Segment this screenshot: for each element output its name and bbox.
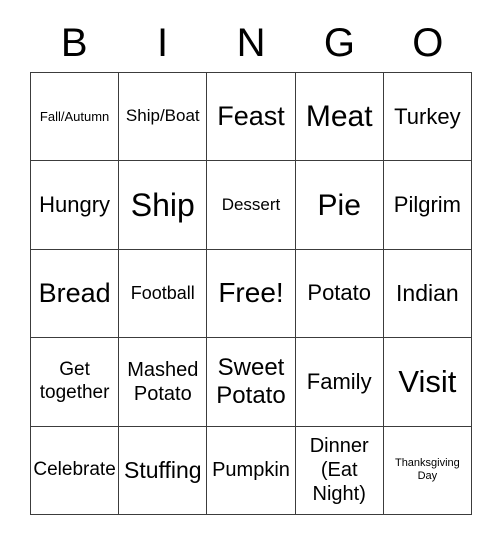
bingo-cell-label: Thanksgiving Day bbox=[394, 456, 460, 483]
bingo-header-letter-i: I bbox=[157, 21, 169, 65]
bingo-cell-label: Celebrate bbox=[33, 458, 116, 480]
bingo-card: B I N G O Fall/Autumn Ship/Boat Feast Me… bbox=[0, 0, 500, 544]
bingo-cell-label: Ship/Boat bbox=[125, 106, 200, 126]
bingo-cell-b1[interactable]: Fall/Autumn bbox=[31, 73, 120, 162]
bingo-cell-i3[interactable]: Football bbox=[119, 249, 208, 339]
bingo-cell-label: Feast bbox=[217, 100, 285, 131]
bingo-header-letter-g: G bbox=[323, 21, 355, 65]
bingo-cell-n4[interactable]: Sweet Potato bbox=[207, 338, 296, 427]
bingo-cell-o3[interactable]: Indian bbox=[383, 249, 472, 339]
bingo-cell-i1[interactable]: Ship/Boat bbox=[119, 73, 208, 162]
bingo-cell-o4[interactable]: Visit bbox=[383, 338, 472, 427]
bingo-grid: Fall/Autumn Ship/Boat Feast Meat Turkey … bbox=[30, 72, 472, 515]
bingo-cell-o5[interactable]: Thanksgiving Day bbox=[383, 426, 472, 515]
bingo-cell-label: Ship bbox=[130, 186, 195, 223]
bingo-cell-label: Dessert bbox=[221, 194, 281, 214]
bingo-cell-n1[interactable]: Feast bbox=[207, 73, 296, 162]
bingo-cell-n2[interactable]: Dessert bbox=[207, 161, 296, 250]
bingo-cell-g3[interactable]: Potato bbox=[295, 249, 384, 339]
bingo-header-letter-n: N bbox=[236, 21, 266, 65]
bingo-cell-i5[interactable]: Stuffing bbox=[119, 426, 208, 515]
bingo-cell-i4[interactable]: Mashed Potato bbox=[119, 338, 208, 427]
bingo-cell-label: Potato bbox=[307, 280, 371, 306]
bingo-cell-b4[interactable]: Get together bbox=[31, 338, 120, 427]
bingo-cell-g5[interactable]: Dinner (Eat Night) bbox=[295, 426, 384, 515]
bingo-cell-label: Free! bbox=[218, 277, 284, 309]
bingo-cell-label: Pie bbox=[317, 188, 361, 222]
bingo-cell-label: Get together bbox=[39, 359, 110, 403]
bingo-cell-label: Stuffing bbox=[123, 456, 202, 483]
bingo-cell-i2[interactable]: Ship bbox=[119, 161, 208, 250]
bingo-cell-b3[interactable]: Bread bbox=[31, 249, 120, 339]
bingo-cell-label: Family bbox=[306, 368, 372, 394]
bingo-cell-n5[interactable]: Pumpkin bbox=[207, 426, 296, 515]
bingo-cell-b2[interactable]: Hungry bbox=[31, 161, 120, 250]
bingo-cell-free-space[interactable]: Free! bbox=[207, 249, 296, 339]
bingo-cell-label: Turkey bbox=[394, 103, 461, 129]
bingo-cell-g1[interactable]: Meat bbox=[295, 73, 384, 162]
bingo-cell-label: Pumpkin bbox=[212, 459, 290, 482]
bingo-cell-label: Hungry bbox=[39, 192, 111, 217]
bingo-cell-o1[interactable]: Turkey bbox=[383, 73, 472, 162]
bingo-cell-label: Dinner (Eat Night) bbox=[309, 435, 369, 506]
bingo-header-row: B I N G O bbox=[30, 14, 472, 72]
bingo-cell-o2[interactable]: Pilgrim bbox=[383, 161, 472, 250]
bingo-cell-b5[interactable]: Celebrate bbox=[31, 426, 120, 515]
bingo-cell-label: Meat bbox=[305, 100, 373, 134]
bingo-cell-label: Fall/Autumn bbox=[39, 108, 110, 124]
bingo-cell-label: Visit bbox=[398, 363, 457, 399]
bingo-cell-label: Pilgrim bbox=[393, 192, 461, 217]
bingo-cell-g4[interactable]: Family bbox=[295, 338, 384, 427]
bingo-cell-label: Bread bbox=[38, 277, 111, 308]
bingo-cell-label: Indian bbox=[396, 279, 459, 306]
bingo-header-letter-o: O bbox=[412, 21, 444, 65]
bingo-cell-g2[interactable]: Pie bbox=[295, 161, 384, 250]
bingo-cell-label: Football bbox=[130, 282, 195, 303]
bingo-header-letter-b: B bbox=[60, 21, 88, 65]
bingo-cell-label: Sweet Potato bbox=[216, 354, 286, 409]
bingo-cell-label: Mashed Potato bbox=[127, 358, 199, 405]
